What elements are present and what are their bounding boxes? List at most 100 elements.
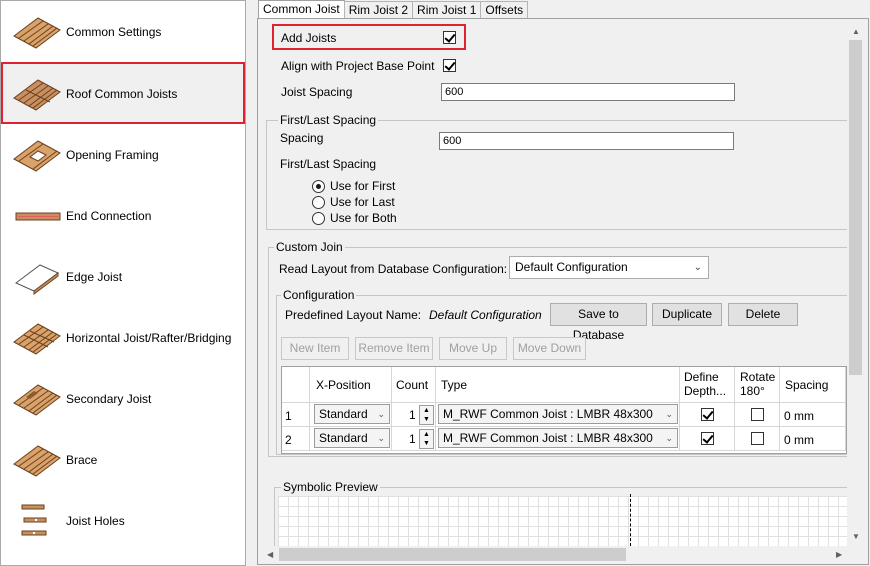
move-down-button[interactable]: Move Down (513, 337, 586, 360)
nav-item-common-settings[interactable]: Common Settings (1, 1, 245, 62)
scroll-up-icon[interactable]: ▲ (852, 27, 860, 36)
table-cell[interactable]: 0 mm (780, 427, 846, 451)
col-header-x-position[interactable]: X-Position (310, 367, 392, 403)
use-for-last-radio[interactable] (312, 196, 325, 209)
horizontal-scroll-thumb[interactable] (279, 548, 626, 561)
roof-joists-icon (11, 74, 63, 114)
vertical-scroll-thumb[interactable] (849, 40, 862, 375)
align-checkbox[interactable] (443, 59, 456, 72)
count-spinner[interactable]: ▲ ▼ (419, 429, 434, 449)
align-label: Align with Project Base Point (281, 59, 435, 73)
nav-item-joist-holes[interactable]: Joist Holes (1, 490, 245, 551)
scroll-down-icon[interactable]: ▼ (852, 532, 860, 541)
nav-label: Joist Holes (66, 513, 125, 528)
read-layout-label: Read Layout from Database Configuration: (279, 262, 508, 276)
rotate-checkbox[interactable] (751, 408, 764, 421)
define-depth-checkbox[interactable] (701, 432, 714, 445)
sidebar: Common Settings Roof Common Joists Openi… (0, 0, 246, 566)
tab-common-joist[interactable]: Common Joist (258, 0, 345, 19)
read-layout-select[interactable]: Default Configuration ⌄ (509, 256, 709, 279)
use-for-first-radio[interactable] (312, 180, 325, 193)
nav-item-horizontal-joist[interactable]: Horizontal Joist/Rafter/Bridging (1, 307, 245, 368)
table-cell: M_RWF Common Joist : LMBR 48x300 ⌄ (436, 403, 680, 427)
nav-label: Secondary Joist (66, 391, 152, 406)
nav-label: Edge Joist (66, 269, 123, 284)
scroll-left-icon[interactable]: ◀ (267, 550, 273, 559)
spacing-value: 0 mm (784, 409, 814, 423)
use-for-both-label: Use for Both (330, 211, 397, 225)
secondary-joist-icon (11, 379, 63, 419)
table-cell (680, 427, 735, 451)
save-to-database-button[interactable]: Save to Database (550, 303, 647, 342)
tab-rim-joist-2[interactable]: Rim Joist 2 (343, 1, 414, 19)
col-header-define-depth[interactable]: Define Depth... (680, 367, 735, 403)
x-position-select[interactable]: Standard ⌄ (314, 404, 390, 424)
layout-table: X-Position Count Type Define Depth... Ro… (281, 366, 847, 454)
count-spinner[interactable]: ▲ ▼ (419, 405, 434, 425)
col-header-label: Rotate 180° (740, 370, 776, 398)
type-value: M_RWF Common Joist : LMBR 48x300 (443, 407, 653, 421)
table-cell: Standard ⌄ (310, 427, 392, 451)
type-select[interactable]: M_RWF Common Joist : LMBR 48x300 ⌄ (438, 428, 678, 448)
table-cell: Standard ⌄ (310, 403, 392, 427)
chevron-down-icon: ⌄ (665, 433, 673, 443)
duplicate-button[interactable]: Duplicate (652, 303, 722, 326)
table-cell: M_RWF Common Joist : LMBR 48x300 ⌄ (436, 427, 680, 451)
move-up-button[interactable]: Move Up (439, 337, 507, 360)
define-depth-checkbox[interactable] (701, 408, 714, 421)
chevron-down-icon: ⌄ (377, 433, 385, 443)
scroll-right-icon[interactable]: ▶ (836, 550, 842, 559)
rotate-checkbox[interactable] (751, 432, 764, 445)
x-position-value: Standard (319, 431, 368, 445)
type-value: M_RWF Common Joist : LMBR 48x300 (443, 431, 653, 445)
type-select[interactable]: M_RWF Common Joist : LMBR 48x300 ⌄ (438, 404, 678, 424)
x-position-select[interactable]: Standard ⌄ (314, 428, 390, 448)
first-last-sub-label: First/Last Spacing (280, 157, 377, 171)
table-cell: 1 ▲ ▼ (392, 427, 436, 451)
predefined-layout-value: Default Configuration (429, 308, 542, 322)
table-cell: 1 ▲ ▼ (392, 403, 436, 427)
joist-spacing-label: Joist Spacing (281, 85, 353, 99)
use-for-last-label: Use for Last (330, 195, 395, 209)
col-header-rotate[interactable]: Rotate 180° (735, 367, 780, 403)
nav-item-edge-joist[interactable]: Edge Joist (1, 246, 245, 307)
col-header-label: X-Position (316, 378, 371, 392)
nav-label: Common Settings (66, 24, 162, 39)
col-header-spacing[interactable]: Spacing (780, 367, 846, 403)
symbolic-preview-canvas[interactable] (278, 496, 847, 546)
count-value[interactable]: 1 (409, 408, 416, 422)
symbolic-preview-title: Symbolic Preview (281, 480, 380, 494)
chevron-down-icon: ⌄ (665, 409, 673, 419)
col-header-label: Type (441, 378, 468, 392)
table-cell (735, 427, 780, 451)
new-item-button[interactable]: New Item (281, 337, 349, 360)
edge-joist-icon (11, 257, 63, 297)
delete-button[interactable]: Delete (728, 303, 798, 326)
tab-offsets[interactable]: Offsets (480, 1, 529, 19)
row-number: 1 (282, 403, 310, 427)
joist-deck-icon (11, 12, 63, 52)
nav-item-roof-common-joists[interactable]: Roof Common Joists (1, 63, 245, 124)
table-cell (680, 403, 735, 427)
table-cell[interactable]: 0 mm (780, 403, 846, 427)
nav-item-brace[interactable]: Brace (1, 429, 245, 490)
tab-strip: Common Joist Rim Joist 2 Rim Joist 1 Off… (258, 0, 529, 19)
count-value[interactable]: 1 (409, 432, 416, 446)
joist-spacing-input[interactable]: 600 (441, 83, 735, 101)
remove-item-button[interactable]: Remove Item (355, 337, 433, 360)
tab-rim-joist-1[interactable]: Rim Joist 1 (412, 1, 482, 19)
joist-holes-icon (11, 501, 63, 541)
predefined-layout-label: Predefined Layout Name: (285, 308, 422, 322)
col-header-count[interactable]: Count (392, 367, 436, 403)
spacing-value: 0 mm (784, 433, 814, 447)
bridging-icon (11, 318, 63, 358)
use-for-both-radio[interactable] (312, 212, 325, 225)
nav-item-secondary-joist[interactable]: Secondary Joist (1, 368, 245, 429)
opening-framing-icon (11, 135, 63, 175)
chevron-down-icon: ⌄ (693, 262, 702, 273)
col-header-type[interactable]: Type (436, 367, 680, 403)
nav-item-end-connection[interactable]: End Connection (1, 185, 245, 246)
col-header-label: Spacing (785, 378, 829, 392)
first-last-spacing-input[interactable]: 600 (439, 132, 734, 150)
nav-item-opening-framing[interactable]: Opening Framing (1, 124, 245, 185)
